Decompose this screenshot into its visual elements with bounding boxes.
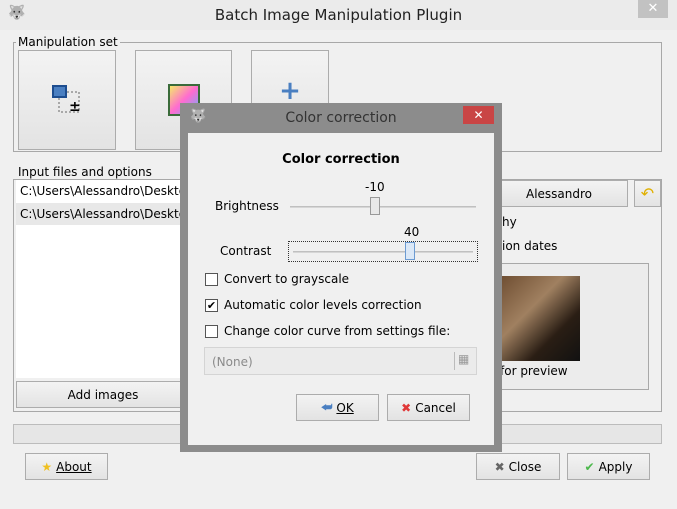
brightness-label: Brightness — [215, 199, 279, 213]
about-button[interactable]: ★ About — [25, 453, 108, 480]
contrast-value: 40 — [404, 225, 420, 239]
star-icon: ★ — [41, 459, 53, 474]
output-folder-button[interactable]: Alessandro — [490, 180, 628, 207]
grayscale-label: Convert to grayscale — [224, 272, 350, 286]
curve-file-chooser[interactable]: (None) — [204, 347, 477, 375]
preview-caption: for preview — [500, 364, 568, 378]
contrast-slider[interactable] — [288, 241, 478, 262]
apply-label: Apply — [598, 459, 633, 474]
ok-button[interactable]: ⮨ OK — [296, 394, 379, 421]
brightness-slider-thumb[interactable] — [370, 197, 380, 215]
file-list-item[interactable]: C:\Users\Alessandro\Desktop\ — [16, 180, 186, 202]
ok-label: OK — [336, 400, 354, 415]
grayscale-checkbox[interactable] — [205, 273, 218, 286]
revert-button[interactable]: ↶ — [634, 180, 661, 207]
add-images-button[interactable]: Add images — [16, 381, 190, 408]
brightness-slider[interactable] — [290, 206, 476, 208]
dialog-close-button[interactable]: ✕ — [463, 106, 494, 124]
undo-arrow-icon: ↶ — [640, 184, 655, 203]
autolevels-label: Automatic color levels correction — [224, 298, 422, 312]
manipulation-set-legend: Manipulation set — [16, 35, 120, 49]
apply-button[interactable]: ✔ Apply — [567, 453, 650, 480]
option-label: hy — [502, 215, 517, 229]
option-label: ion dates — [502, 239, 558, 253]
resize-icon: ± — [52, 85, 81, 115]
close-x-icon: ✖ — [494, 459, 505, 474]
cancel-x-icon: ✖ — [401, 400, 412, 415]
window-title: Batch Image Manipulation Plugin — [214, 6, 463, 24]
contrast-label: Contrast — [220, 244, 272, 258]
brightness-value: -10 — [365, 180, 385, 194]
input-files-legend: Input files and options — [16, 165, 154, 179]
cancel-button[interactable]: ✖ Cancel — [387, 394, 470, 421]
curve-file-value: (None) — [212, 355, 253, 369]
dialog-heading: Color correction — [282, 152, 400, 167]
folder-icon: ▦ — [458, 352, 470, 366]
cancel-label: Cancel — [415, 400, 456, 415]
resize-manipulation-button[interactable]: ± — [18, 50, 116, 150]
contrast-slider-thumb[interactable] — [405, 242, 415, 260]
color-correction-dialog: 🐺 Color correction ✕ Color correction -1… — [180, 103, 502, 452]
close-button[interactable]: ✖ Close — [476, 453, 560, 480]
curve-label: Change color curve from settings file: — [224, 324, 451, 338]
autolevels-checkbox[interactable]: ✔ — [205, 299, 218, 312]
checkmark-icon: ✔ — [584, 459, 595, 474]
dialog-title: Color correction — [285, 110, 397, 126]
about-label: About — [56, 459, 92, 474]
svg-text:±: ± — [69, 99, 81, 115]
curve-checkbox[interactable] — [205, 325, 218, 338]
window-close-button[interactable]: ✕ — [638, 0, 668, 18]
file-list-item[interactable]: C:\Users\Alessandro\Desktop\ — [16, 203, 186, 225]
preview-image — [496, 276, 580, 361]
close-label: Close — [508, 459, 542, 474]
return-arrow-icon: ⮨ — [321, 400, 333, 414]
plus-icon: + — [279, 76, 301, 106]
